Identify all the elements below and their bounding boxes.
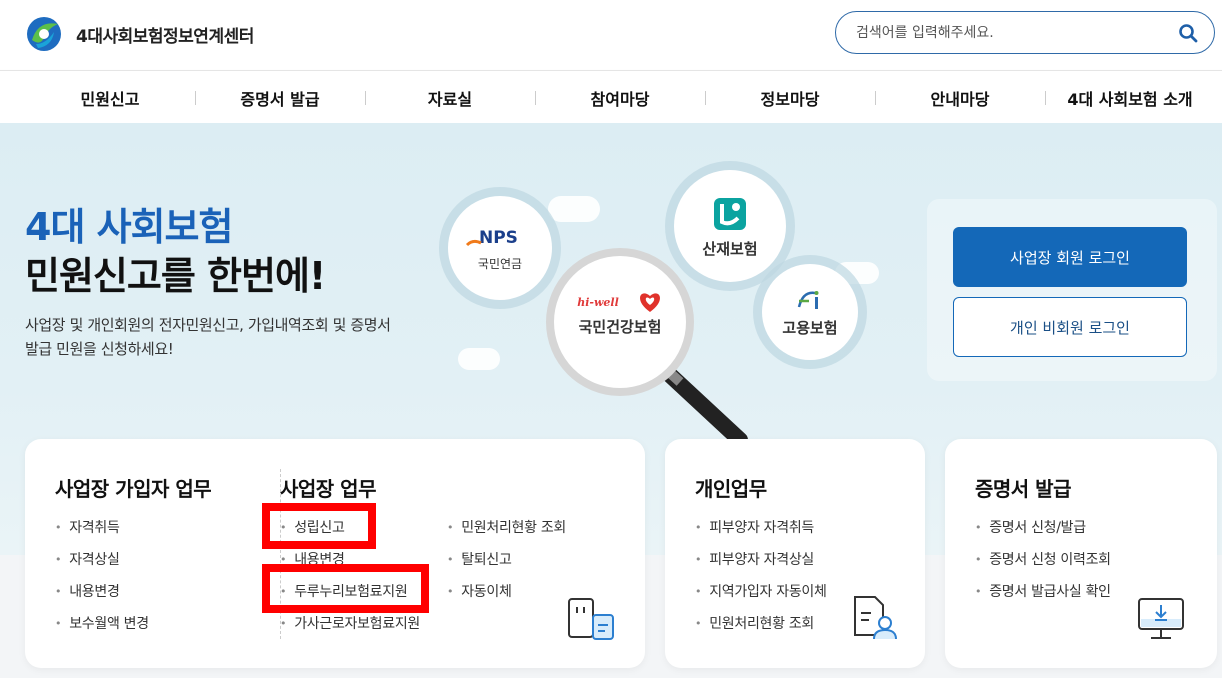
nav-item-about[interactable]: 4대 사회보험 소개 [1055,71,1205,124]
ei-circle: 고용보험 [762,264,858,360]
employer-item-loss[interactable]: 자격상실 [55,549,120,569]
personal-item-status[interactable]: 민원처리현황 조회 [695,613,814,633]
hero-title: 민원신고를 한번에! [25,254,326,298]
personal-title: 개인업무 [695,477,767,501]
hero-title-highlight: 4대 사회보험 [25,205,233,249]
nav-separator [195,91,196,105]
nav-separator [535,91,536,105]
nav-item-information[interactable]: 정보마당 [730,71,850,124]
building-document-icon [568,598,614,640]
employer-item-acquire[interactable]: 자격취득 [55,517,120,537]
nav-separator [705,91,706,105]
nav-item-certificate[interactable]: 증명서 발급 [210,71,350,124]
personal-card: 개인업무 피부양자 자격취득 피부양자 자격상실 지역가입자 자동이체 민원처리… [665,439,925,668]
comwel-logo-icon [714,197,746,230]
certificate-item-issue[interactable]: 증명서 신청/발급 [975,517,1086,537]
cloud-decoration [458,348,500,370]
personal-item-dependent-loss[interactable]: 피부양자 자격상실 [695,549,814,569]
cloud-decoration [548,196,600,222]
personal-item-autopay[interactable]: 지역가입자 자동이체 [695,581,827,601]
certificate-title: 증명서 발급 [975,477,1071,501]
highlight-durunuri [262,564,429,613]
search-icon [1179,23,1198,42]
employer-join-title: 사업장 가입자 업무 [55,477,212,501]
nhis-label: 국민건강보험 [578,318,662,336]
magnifier-icon [546,248,748,440]
workplace-item-withdraw[interactable]: 탈퇴신고 [447,549,512,569]
monitor-download-icon [1138,598,1184,639]
site-logo[interactable]: 4대사회보험정보연계센터 [24,14,254,54]
employer-item-salary[interactable]: 보수월액 변경 [55,613,149,633]
search-input[interactable] [856,24,1176,41]
nav-separator [365,91,366,105]
header: 4대사회보험정보연계센터 [0,0,1222,70]
nav-separator [1045,91,1046,105]
nav-item-guide[interactable]: 안내마당 [900,71,1020,124]
heart-icon [639,293,660,312]
logo-text: 4대사회보험정보연계센터 [76,26,254,47]
search-button[interactable] [1176,21,1200,45]
nps-label: 국민연금 [477,256,523,271]
workplace-title: 사업장 업무 [280,477,376,501]
nps-circle: NPS 국민연금 [448,196,552,300]
nav-separator [875,91,876,105]
certificate-card: 증명서 발급 증명서 신청/발급 증명서 신청 이력조회 증명서 발급사실 확인 [945,439,1217,668]
ei-label: 고용보험 [782,318,838,337]
nhis-brand: hi-well [577,295,619,309]
member-login-button[interactable]: 사업장 회원 로그인 [953,227,1187,287]
hero-description: 사업장 및 개인회원의 전자민원신고, 가입내역조회 및 증명서 발급 민원을 … [25,316,391,358]
certificate-item-verify[interactable]: 증명서 발급사실 확인 [975,581,1111,601]
workplace-item-autopay[interactable]: 자동이체 [447,581,512,601]
nav-item-resources[interactable]: 자료실 [390,71,510,124]
ei-logo-icon [797,290,819,309]
main-nav: 민원신고 증명서 발급 자료실 참여마당 정보마당 안내마당 4대 사회보험 소… [0,70,1222,123]
highlight-establish [262,503,376,549]
nav-item-complaint[interactable]: 민원신고 [50,71,170,124]
svg-text:NPS: NPS [479,228,518,248]
logo-icon [24,14,64,54]
nps-logo-icon: NPS [465,228,518,248]
nav-item-participation[interactable]: 참여마당 [560,71,680,124]
workplace-item-status[interactable]: 민원처리현황 조회 [447,517,566,537]
employer-item-change[interactable]: 내용변경 [55,581,120,601]
certificate-item-history[interactable]: 증명서 신청 이력조회 [975,549,1111,569]
workplace-card: 사업장 가입자 업무 자격취득 자격상실 내용변경 보수월액 변경 사업장 업무… [25,439,645,668]
search-box [835,11,1215,54]
personal-item-dependent-acquire[interactable]: 피부양자 자격취득 [695,517,814,537]
person-document-icon [854,596,897,640]
guest-login-button[interactable]: 개인 비회원 로그인 [953,297,1187,357]
nhis-logo: hi-well 국민건강보험 [565,290,675,337]
workplace-item-domestic[interactable]: 가사근로자보험료지원 [280,613,420,633]
